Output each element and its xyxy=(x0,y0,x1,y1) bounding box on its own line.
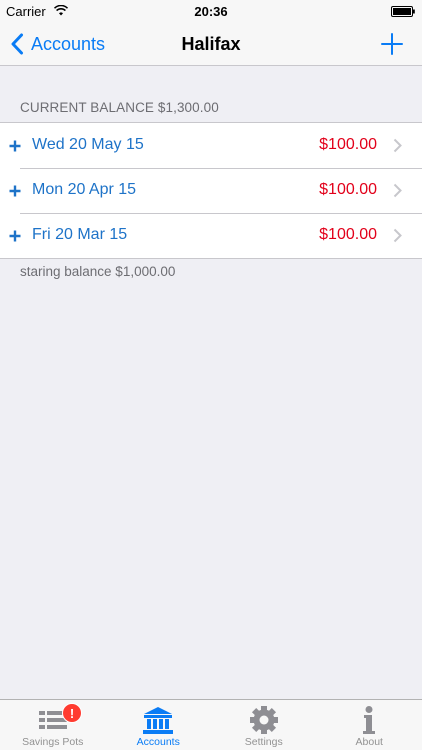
tab-settings[interactable]: Settings xyxy=(211,700,317,750)
tab-label: Settings xyxy=(244,736,283,748)
back-button[interactable]: Accounts xyxy=(10,30,105,58)
entry-date: Mon 20 Apr 15 xyxy=(32,181,137,198)
bank-icon xyxy=(143,707,174,734)
add-icon[interactable] xyxy=(380,32,404,56)
tab-savings-pots[interactable]: ! Savings Pots xyxy=(0,700,106,750)
plus-icon xyxy=(9,185,21,197)
notification-badge: ! xyxy=(62,703,82,723)
tab-bar: ! Savings Pots Accounts Settings About xyxy=(0,699,422,750)
tab-about[interactable]: About xyxy=(317,700,422,750)
table-row[interactable]: Mon 20 Apr 15 $100.00 xyxy=(0,168,422,213)
plus-icon xyxy=(9,140,21,152)
chevron-right-icon xyxy=(393,228,402,243)
tab-label: Savings Pots xyxy=(22,736,84,748)
tab-accounts[interactable]: Accounts xyxy=(106,700,212,750)
starting-balance-note: staring balance $1,000.00 xyxy=(20,264,176,279)
chevron-right-icon xyxy=(393,138,402,153)
plus-icon xyxy=(9,230,21,242)
info-icon xyxy=(363,706,376,734)
tab-label: About xyxy=(355,736,383,748)
chevron-left-icon xyxy=(11,33,23,55)
entry-amount: $100.00 xyxy=(319,136,377,153)
chevron-right-icon xyxy=(393,183,402,198)
table-row[interactable]: Wed 20 May 15 $100.00 xyxy=(0,123,422,168)
status-bar: Carrier 20:36 xyxy=(0,0,422,22)
entry-date: Wed 20 May 15 xyxy=(32,136,144,153)
table-row[interactable]: Fri 20 Mar 15 $100.00 xyxy=(0,213,422,258)
gear-icon xyxy=(249,706,278,734)
entry-date: Fri 20 Mar 15 xyxy=(32,226,128,243)
entry-amount: $100.00 xyxy=(319,226,377,243)
current-balance-header: CURRENT BALANCE $1,300.00 xyxy=(20,100,219,115)
back-button-label: Accounts xyxy=(31,33,106,54)
tab-label: Accounts xyxy=(136,736,180,748)
battery-icon xyxy=(391,6,415,17)
status-time: 20:36 xyxy=(194,4,228,19)
navigation-bar: Accounts Halifax xyxy=(0,22,422,66)
entry-amount: $100.00 xyxy=(319,181,377,198)
entries-table: Wed 20 May 15 $100.00 Mon 20 Apr 15 $100… xyxy=(0,122,422,259)
